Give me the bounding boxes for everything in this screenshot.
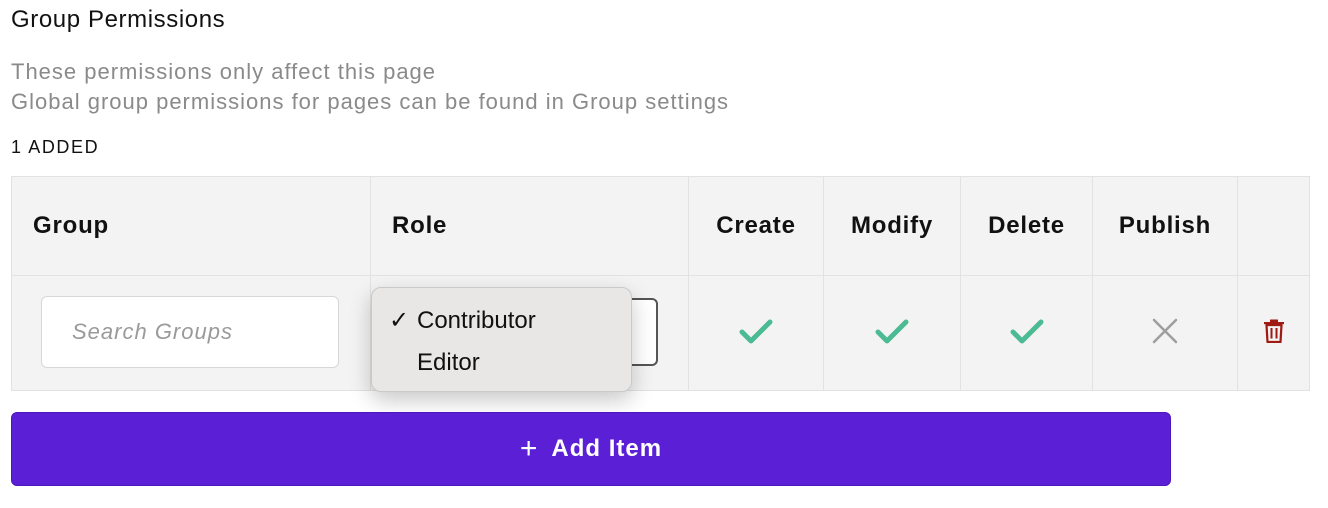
header-delete: Delete bbox=[960, 176, 1093, 276]
add-item-button[interactable]: + Add Item bbox=[11, 412, 1171, 486]
delete-cell[interactable] bbox=[960, 275, 1093, 391]
header-role: Role bbox=[370, 176, 689, 276]
table-header-row: Group Role Create Modify Delete Publish bbox=[11, 176, 1310, 276]
check-icon[interactable] bbox=[739, 317, 773, 350]
header-publish: Publish bbox=[1092, 176, 1238, 276]
description-line-2: Global group permissions for pages can b… bbox=[11, 89, 730, 114]
header-create: Create bbox=[688, 176, 824, 276]
dropdown-option-editor[interactable]: Editor bbox=[417, 349, 480, 377]
added-count: 1 ADDED bbox=[11, 137, 100, 157]
x-icon[interactable] bbox=[1152, 318, 1178, 349]
check-icon[interactable] bbox=[1010, 317, 1044, 350]
header-modify: Modify bbox=[823, 176, 961, 276]
dropdown-option-contributor[interactable]: Contributor bbox=[417, 307, 536, 335]
selected-check-icon: ✓ bbox=[389, 307, 410, 334]
description-line-1: These permissions only affect this page bbox=[11, 59, 437, 84]
create-cell[interactable] bbox=[688, 275, 824, 391]
actions-cell bbox=[1237, 275, 1310, 391]
plus-icon: + bbox=[519, 432, 538, 465]
header-actions bbox=[1237, 176, 1310, 276]
add-item-label: Add Item bbox=[551, 435, 663, 462]
header-group: Group bbox=[11, 176, 371, 276]
section-title: Group Permissions bbox=[11, 6, 226, 33]
check-icon[interactable] bbox=[875, 317, 909, 350]
role-dropdown-menu: ✓ Contributor Editor bbox=[371, 287, 632, 392]
search-groups-input[interactable] bbox=[41, 296, 339, 368]
publish-cell[interactable] bbox=[1092, 275, 1238, 391]
modify-cell[interactable] bbox=[823, 275, 961, 391]
trash-icon[interactable] bbox=[1263, 319, 1285, 348]
